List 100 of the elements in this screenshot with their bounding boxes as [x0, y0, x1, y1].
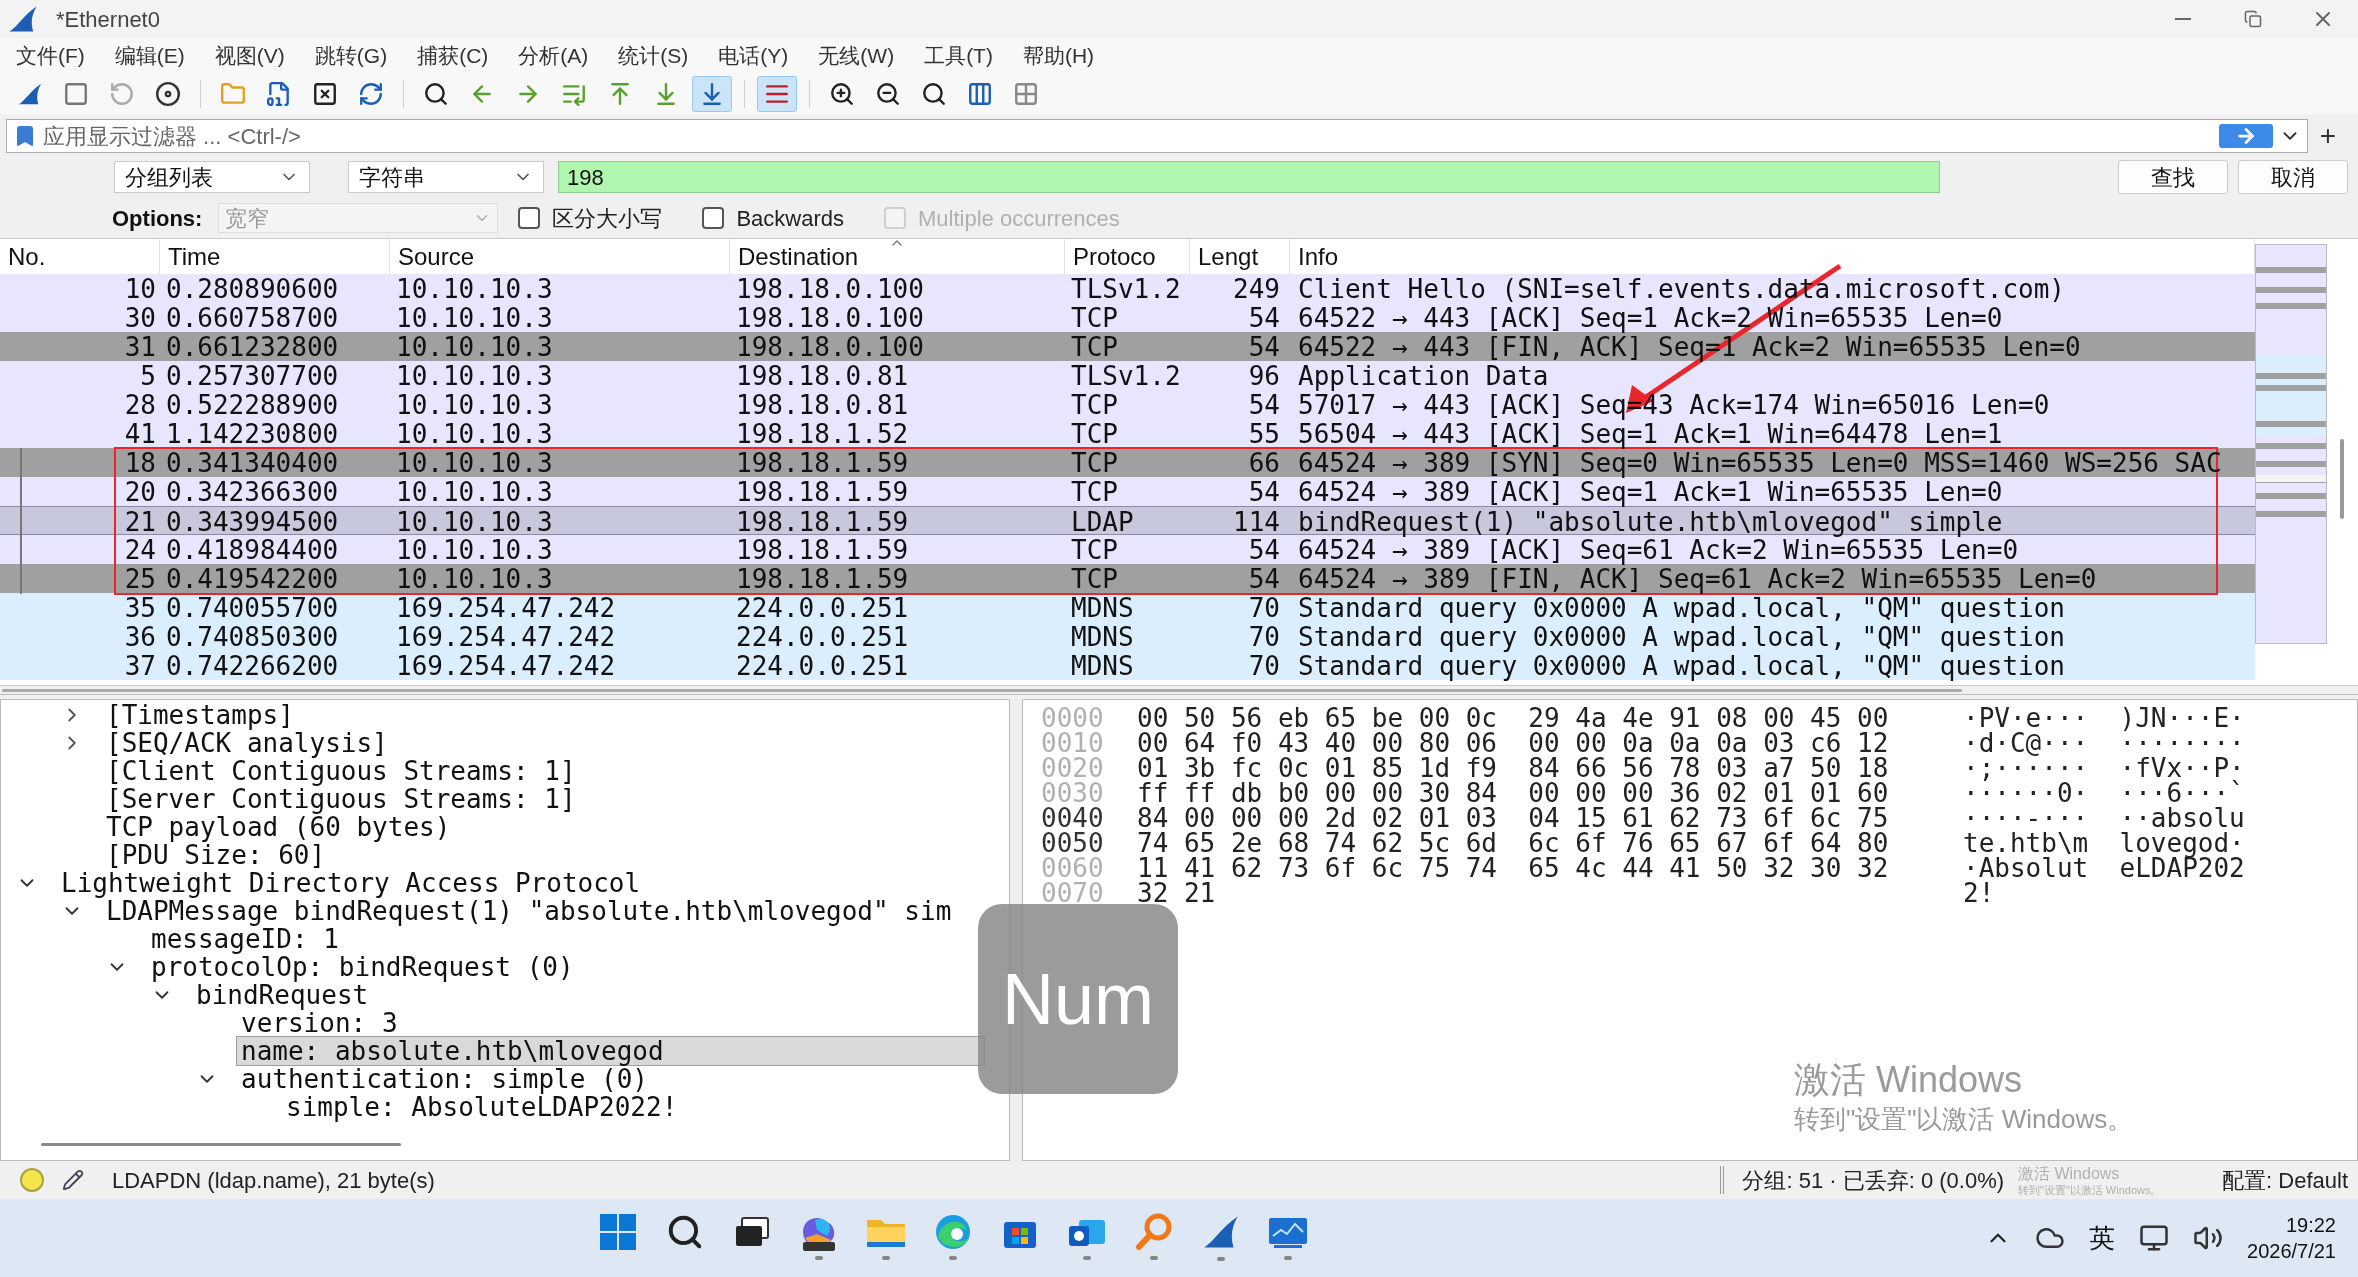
- packet-row[interactable]: 37 0.742266200 169.254.47.242 224.0.0.251 MDNS 70 Standard query 0x0000 A wpad.local, "QM" question: [0, 651, 2255, 680]
- checkbox[interactable]: [518, 207, 541, 229]
- table-cell: TCP: [1071, 332, 1118, 362]
- table-cell: 70: [1248, 593, 1280, 623]
- scrollbar-thumb[interactable]: [41, 1143, 401, 1146]
- table-cell: 10.10.10.3: [396, 332, 553, 362]
- table-cell: 10.10.10.3: [396, 564, 553, 594]
- clock-time[interactable]: 19:22: [2285, 1212, 2336, 1238]
- checkbox[interactable]: [702, 207, 725, 229]
- table-cell: 198.18.1.59: [736, 507, 909, 537]
- table-cell: 10.10.10.3: [396, 535, 553, 565]
- hex-bytes: 01 3b fc 0c 01 85 1d f9 84 66 56 78 03 a7 50 18: [1137, 756, 1890, 781]
- table-cell: 64524 → 389 [FIN, ACK] Seq=61 Ack=2 Win=65535 Len=0: [1298, 564, 2097, 594]
- table-cell: 64524 → 389 [ACK] Seq=1 Ack=1 Win=65535 Len=0: [1298, 477, 2003, 507]
- byte-offset: 0010: [1041, 731, 1105, 756]
- network-icon[interactable]: [2139, 1223, 2169, 1253]
- packet-row[interactable]: 21 0.343994500 10.10.10.3 198.18.1.59 LDAP 114 bindRequest(1) "absolute.htb\mlovegod" simple: [0, 506, 2255, 535]
- menu-item[interactable]: 无线(W): [814, 40, 899, 72]
- table-cell: 0.341340400: [166, 448, 339, 478]
- column-label: No.: [8, 242, 46, 272]
- column-label: Protoco: [1073, 242, 1156, 272]
- edit-comment-icon[interactable]: [62, 1169, 84, 1191]
- table-cell: 55: [1248, 419, 1280, 449]
- table-cell: TCP: [1071, 419, 1118, 449]
- table-cell: 0.419542200: [166, 564, 339, 594]
- table-cell: 198.18.1.59: [736, 448, 909, 478]
- table-cell: 198.18.0.100: [736, 274, 924, 304]
- menu-item[interactable]: 统计(S): [614, 40, 693, 72]
- clock-date[interactable]: 2026/7/21: [2247, 1238, 2336, 1264]
- table-cell: 54: [1248, 564, 1280, 594]
- table-cell: 66: [1248, 448, 1280, 478]
- add-filter-button[interactable]: +: [2308, 115, 2348, 157]
- stop-icon: [63, 81, 89, 107]
- ascii-bytes: ·d·C@··· ········: [1963, 731, 2245, 756]
- packet-row[interactable]: 36 0.740850300 169.254.47.242 224.0.0.251 MDNS 70 Standard query 0x0000 A wpad.local, "QM" question: [0, 622, 2255, 651]
- menu-item[interactable]: 电话(Y): [714, 40, 793, 72]
- find-button[interactable]: 查找: [2118, 160, 2228, 194]
- ascii-bytes: 2!: [1963, 881, 1995, 906]
- menu-item[interactable]: 分析(A): [514, 40, 593, 72]
- table-cell: 18: [124, 448, 156, 478]
- close-file-icon: [312, 81, 338, 107]
- table-cell: 10.10.10.3: [396, 477, 553, 507]
- dropdown[interactable]: 分组列表: [114, 161, 310, 193]
- scrollbar-thumb[interactable]: [2, 688, 1962, 692]
- table-cell: 10.10.10.3: [396, 448, 553, 478]
- table-cell: TCP: [1071, 535, 1118, 565]
- apply-filter-icon[interactable]: [2219, 124, 2273, 148]
- dropdown[interactable]: 字符串: [348, 161, 544, 193]
- menu-item[interactable]: 视图(V): [210, 40, 289, 72]
- packet-row[interactable]: 35 0.740055700 169.254.47.242 224.0.0.251 MDNS 70 Standard query 0x0000 A wpad.local, "QM" question: [0, 593, 2255, 622]
- checkbox-label: Multiple occurrences: [918, 204, 1120, 233]
- table-cell: 198.18.1.59: [736, 564, 909, 594]
- tree-item[interactable]: Lightweight Directory Access Protocol: [56, 868, 646, 898]
- table-cell: TCP: [1071, 448, 1118, 478]
- hex-bytes: 00 64 f0 43 40 00 80 06 00 00 0a 0a 0a 03 c6 12: [1137, 731, 1890, 756]
- table-cell: 0.660758700: [166, 303, 339, 333]
- restore-icon: [2244, 10, 2262, 28]
- packet-count: 分组: 51 · 已丢弃: 0 (0.0%): [1742, 1166, 2005, 1195]
- table-cell: MDNS: [1071, 651, 1134, 681]
- table-cell: 198.18.1.59: [736, 535, 909, 565]
- table-cell: 25: [124, 564, 156, 594]
- table-cell: 0.257307700: [166, 361, 339, 391]
- folder-icon: [220, 81, 246, 107]
- ascii-bytes: ·Absolut eLDAP202: [1963, 856, 2245, 881]
- menu-item[interactable]: 文件(F): [12, 40, 89, 72]
- ascii-bytes: ······0· ···6···`: [1963, 781, 2245, 806]
- menu-item[interactable]: 跳转(G): [310, 40, 392, 72]
- table-cell: 10.10.10.3: [396, 390, 553, 420]
- ascii-bytes: ····-··· ··absolu: [1963, 806, 2245, 831]
- ascii-bytes: ·PV·e··· )JN···E·: [1963, 706, 2245, 731]
- menu-item[interactable]: 工具(T): [920, 40, 997, 72]
- table-cell: 114: [1233, 507, 1280, 537]
- table-cell: 0.280890600: [166, 274, 339, 304]
- table-cell: 36: [124, 622, 156, 652]
- tree-item[interactable]: [Timestamps]: [101, 700, 299, 730]
- input-method-indicator[interactable]: 英: [2089, 1218, 2115, 1258]
- search-field[interactable]: 198: [558, 161, 1940, 193]
- window-title: *Ethernet0: [56, 5, 160, 34]
- resize-columns-icon: [967, 81, 993, 107]
- options-label: Options:: [112, 204, 203, 233]
- hex-bytes: 84 00 00 00 2d 02 01 03 04 15 61 62 73 6f 6c 75: [1137, 806, 1890, 831]
- scrollbar-thumb[interactable]: [2340, 439, 2344, 519]
- menu-item[interactable]: 捕获(C): [413, 40, 493, 72]
- table-cell: 96: [1248, 361, 1280, 391]
- table-cell: 10.10.10.3: [396, 303, 553, 333]
- table-cell: 198.18.0.81: [736, 390, 909, 420]
- table-cell: Standard query 0x0000 A wpad.local, "QM" question: [1298, 651, 2065, 681]
- cancel-button[interactable]: 取消: [2238, 160, 2348, 194]
- packet-row[interactable]: 25 0.419542200 10.10.10.3 198.18.1.59 TCP 54 64524 → 389 [FIN, ACK] Seq=61 Ack=2 Win=65535 Len=0: [0, 564, 2255, 593]
- menu-item[interactable]: 帮助(H): [1018, 40, 1099, 72]
- column-label: Time: [168, 242, 221, 272]
- reload-icon: [358, 81, 384, 107]
- hex-bytes: 74 65 2e 68 74 62 5c 6d 6c 6f 76 65 67 6f 64 80: [1137, 831, 1890, 856]
- table-cell: bindRequest(1) "absolute.htb\mlovegod" simple: [1298, 507, 2003, 537]
- column-label: Source: [398, 242, 475, 272]
- menu-item[interactable]: 编辑(E): [110, 40, 189, 72]
- table-cell: TCP: [1071, 564, 1118, 594]
- table-cell: 70: [1248, 651, 1280, 681]
- zoom-out-icon: [875, 81, 901, 107]
- hex-bytes: 32 21: [1137, 881, 1217, 906]
